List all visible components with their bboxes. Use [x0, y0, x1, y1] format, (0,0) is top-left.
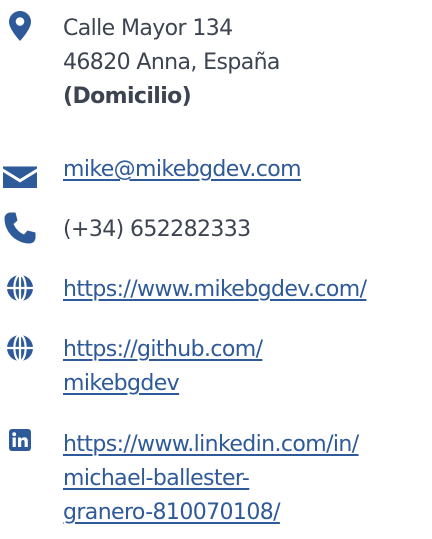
address-city: 46820 Anna, España [63, 50, 280, 75]
address-row: Calle Mayor 134 46820 Anna, España (Domi… [0, 0, 432, 130]
linkedin-icon [0, 428, 40, 452]
phone-row: (+34) 652282333 [0, 210, 432, 250]
github-link-line-2: mikebgdev [63, 371, 180, 396]
github-link[interactable]: https://github.com/ mikebgdev [63, 333, 263, 401]
website-link[interactable]: https://www.mikebgdev.com/ [63, 273, 367, 307]
website-row: https://www.mikebgdev.com/ [0, 270, 432, 310]
phone-number: (+34) 652282333 [63, 217, 251, 242]
envelope-icon [0, 166, 40, 188]
email-link[interactable]: mike@mikebgdev.com [63, 153, 302, 187]
github-link-line-1: https://github.com/ [63, 337, 263, 362]
github-row: https://github.com/ mikebgdev [0, 330, 432, 410]
address-text: Calle Mayor 134 46820 Anna, España (Domi… [63, 12, 280, 114]
linkedin-link-line-3: granero-810070108/ [63, 500, 281, 525]
globe-icon [0, 273, 40, 303]
linkedin-row: https://www.linkedin.com/in/ michael-bal… [0, 425, 432, 539]
linkedin-link[interactable]: https://www.linkedin.com/in/ michael-bal… [63, 428, 359, 530]
phone-icon [0, 211, 40, 245]
address-street: Calle Mayor 134 [63, 16, 233, 41]
linkedin-link-line-1: https://www.linkedin.com/in/ [63, 432, 359, 457]
contact-list: Calle Mayor 134 46820 Anna, España (Domi… [0, 0, 432, 539]
linkedin-link-line-2: michael-ballester- [63, 466, 250, 491]
email-row: mike@mikebgdev.com [0, 150, 432, 190]
address-note: (Domicilio) [63, 84, 192, 109]
map-marker-icon [0, 10, 40, 42]
globe-icon [0, 333, 40, 363]
